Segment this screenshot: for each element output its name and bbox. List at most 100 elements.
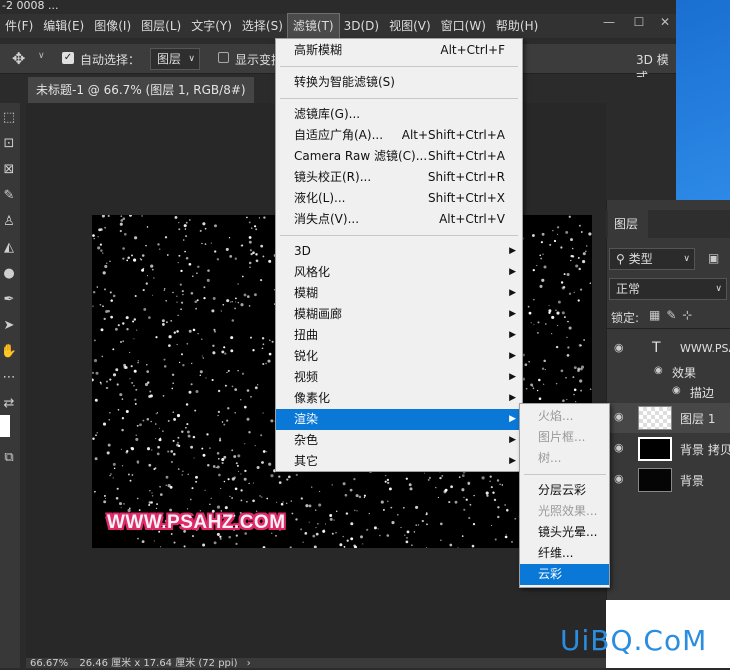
menu-separator <box>280 235 518 236</box>
menu-item-shortcut: Shift+Ctrl+A <box>428 149 505 163</box>
menu-item-label: 消失点(V)... <box>294 212 360 226</box>
show-transform-checkbox[interactable] <box>218 52 229 63</box>
filter-menu: 高斯模糊 Alt+Ctrl+F 转换为智能滤镜(S) 滤镜库(G)... 自适应广角(A… <box>275 38 523 472</box>
filter-menu-item[interactable]: 像素化 ▶ <box>276 388 522 409</box>
menu-item-label: 3D <box>294 244 311 258</box>
layer-row-background[interactable]: ◉ 背景 <box>606 465 730 495</box>
layer-row-effects[interactable]: ◉ 效果 <box>606 362 730 382</box>
chevron-down-icon[interactable]: ∨ <box>38 51 45 61</box>
menu-item-label: 模糊画廊 <box>294 307 343 321</box>
filter-menu-item[interactable]: 模糊 ▶ <box>276 283 522 304</box>
more-tools-icon[interactable]: ⋯ <box>0 369 18 387</box>
layer-filter-dropdown[interactable]: ⚲ 类型 ∨ <box>609 248 695 270</box>
render-submenu-item[interactable]: 镜头光晕... <box>520 522 609 543</box>
frame-tool-icon[interactable]: ⊠ <box>0 161 18 179</box>
render-submenu-item: 光照效果... <box>538 504 598 518</box>
eye-icon[interactable]: ◉ <box>614 341 628 355</box>
menu-0[interactable]: 件(F) <box>0 14 38 38</box>
eye-icon[interactable]: ◉ <box>614 441 628 455</box>
filter-menu-item[interactable]: 自适应广角(A)... Alt+Shift+Ctrl+A <box>276 125 522 146</box>
menu-9[interactable]: 窗口(W) <box>436 14 491 38</box>
filter-menu-item[interactable]: 滤镜库(G)... <box>276 104 522 125</box>
tab-layers[interactable]: 图层 <box>608 210 648 238</box>
filter-menu-item[interactable]: Camera Raw 滤镜(C)... Shift+Ctrl+A <box>276 146 522 167</box>
filter-menu-item[interactable]: 转换为智能滤镜(S) <box>276 72 522 93</box>
layer-name: 背景 <box>680 474 705 488</box>
menu-separator <box>280 66 518 67</box>
filter-menu-item[interactable]: 3D ▶ <box>276 241 522 262</box>
eye-icon[interactable]: ◉ <box>614 472 628 486</box>
search-icon: ⚲ <box>616 252 625 266</box>
menu-6[interactable]: 滤镜(T) <box>286 13 340 39</box>
submenu-arrow-icon: ▶ <box>509 330 516 340</box>
menu-item-shortcut: Alt+Ctrl+F <box>440 43 505 57</box>
menu-7[interactable]: 3D(D) <box>339 14 384 38</box>
render-submenu-item[interactable]: 分层云彩 <box>520 480 609 501</box>
move-icon[interactable]: ✥ <box>12 49 25 68</box>
layer-thumbnail <box>638 437 672 461</box>
menu-4[interactable]: 文字(Y) <box>186 14 237 38</box>
eye-icon[interactable]: ◉ <box>614 410 628 424</box>
submenu-arrow-icon: ▶ <box>509 372 516 382</box>
stroke-effect-label: 描边 <box>690 386 715 400</box>
menu-item-label: 转换为智能滤镜(S) <box>294 75 395 89</box>
auto-select-checkbox[interactable]: ✓ <box>62 52 74 64</box>
layer-row-stroke[interactable]: ◉ 描边 <box>606 382 730 402</box>
image-filter-icon[interactable]: ▣ <box>708 251 719 265</box>
menu-1[interactable]: 编辑(E) <box>38 14 89 38</box>
menu-item-label: 扭曲 <box>294 328 319 342</box>
filter-menu-item[interactable]: 扭曲 ▶ <box>276 325 522 346</box>
layer-thumbnail <box>638 406 672 430</box>
menu-5[interactable]: 选择(S) <box>237 14 288 38</box>
menu-10[interactable]: 帮助(H) <box>491 14 543 38</box>
filter-menu-item[interactable]: 高斯模糊 Alt+Ctrl+F <box>276 40 522 61</box>
pen-tool-icon[interactable]: ✒ <box>0 291 18 309</box>
select-subject-icon[interactable]: ⊡ <box>0 135 18 153</box>
swap-colors-icon[interactable]: ⇄ <box>0 395 18 413</box>
document-tab[interactable]: 未标题-1 @ 66.7% (图层 1, RGB/8#) * × <box>28 77 254 123</box>
path-select-icon[interactable]: ➤ <box>0 317 18 335</box>
filter-menu-item[interactable]: 视频 ▶ <box>276 367 522 388</box>
render-submenu-item[interactable]: 纤维... <box>520 543 609 564</box>
filter-menu-item[interactable]: 其它 ▶ <box>276 451 522 472</box>
hand-tool-icon[interactable]: ✋ <box>0 343 18 361</box>
submenu-arrow-icon: ▶ <box>509 414 516 424</box>
eraser-icon[interactable]: ◭ <box>0 239 18 257</box>
status-arrow-icon[interactable]: › <box>247 658 251 669</box>
menu-2[interactable]: 图像(I) <box>89 14 136 38</box>
layer-row-text[interactable]: ◉ T WWW.PSA <box>606 334 730 364</box>
filter-menu-item[interactable]: 镜头校正(R)... Shift+Ctrl+R <box>276 167 522 188</box>
marquee-tool-icon[interactable]: ⬚ <box>0 109 18 127</box>
menu-item-label: 杂色 <box>294 433 319 447</box>
menu-bar: 件(F) 编辑(E) 图像(I) 图层(L) 文字(Y) 选择(S) 滤镜(T) 3D(D) 视… <box>0 13 676 39</box>
layer-row-layer1[interactable]: ◉ 图层 1 <box>606 403 730 433</box>
blur-tool-icon[interactable]: ● <box>0 265 18 283</box>
filter-menu-item[interactable]: 杂色 ▶ <box>276 430 522 451</box>
filter-menu-item[interactable]: 风格化 ▶ <box>276 262 522 283</box>
render-submenu-item[interactable]: 云彩 <box>520 564 609 585</box>
stamp-tool-icon[interactable]: ♙ <box>0 213 18 231</box>
healing-brush-icon[interactable]: ✎ <box>0 187 18 205</box>
status-bar: 66.67% 26.46 厘米 x 17.64 厘米 (72 ppi) › <box>26 658 606 669</box>
layer-row-background-copy[interactable]: ◉ 背景 拷贝 <box>606 434 730 464</box>
filter-menu-item[interactable]: 液化(L)... Shift+Ctrl+X <box>276 188 522 209</box>
auto-select-dropdown[interactable]: 图层 ∨ <box>150 48 200 70</box>
close-button[interactable]: ✕ <box>650 14 680 32</box>
submenu-arrow-icon: ▶ <box>509 351 516 361</box>
chevron-down-icon: ∨ <box>715 284 722 294</box>
eye-icon[interactable]: ◉ <box>654 365 663 376</box>
blend-mode-dropdown[interactable]: 正常 ∨ <box>609 278 727 300</box>
menu-8[interactable]: 视图(V) <box>384 14 436 38</box>
lock-icons[interactable]: ▦✎⊹ <box>649 308 698 322</box>
foreground-color-swatch[interactable] <box>0 415 10 437</box>
eye-icon[interactable]: ◉ <box>672 385 681 396</box>
filter-menu-item[interactable]: 模糊画廊 ▶ <box>276 304 522 325</box>
menu-item-label: 液化(L)... <box>294 191 346 205</box>
filter-menu-item[interactable]: 渲染 ▶ <box>276 409 522 430</box>
filter-menu-item[interactable]: 消失点(V)... Alt+Ctrl+V <box>276 209 522 230</box>
menu-item-shortcut: Alt+Ctrl+V <box>439 212 505 226</box>
minimize-button[interactable]: — <box>594 14 624 32</box>
screen-mode-icon[interactable]: ⧉ <box>0 449 18 467</box>
filter-menu-item[interactable]: 锐化 ▶ <box>276 346 522 367</box>
menu-3[interactable]: 图层(L) <box>136 14 186 38</box>
